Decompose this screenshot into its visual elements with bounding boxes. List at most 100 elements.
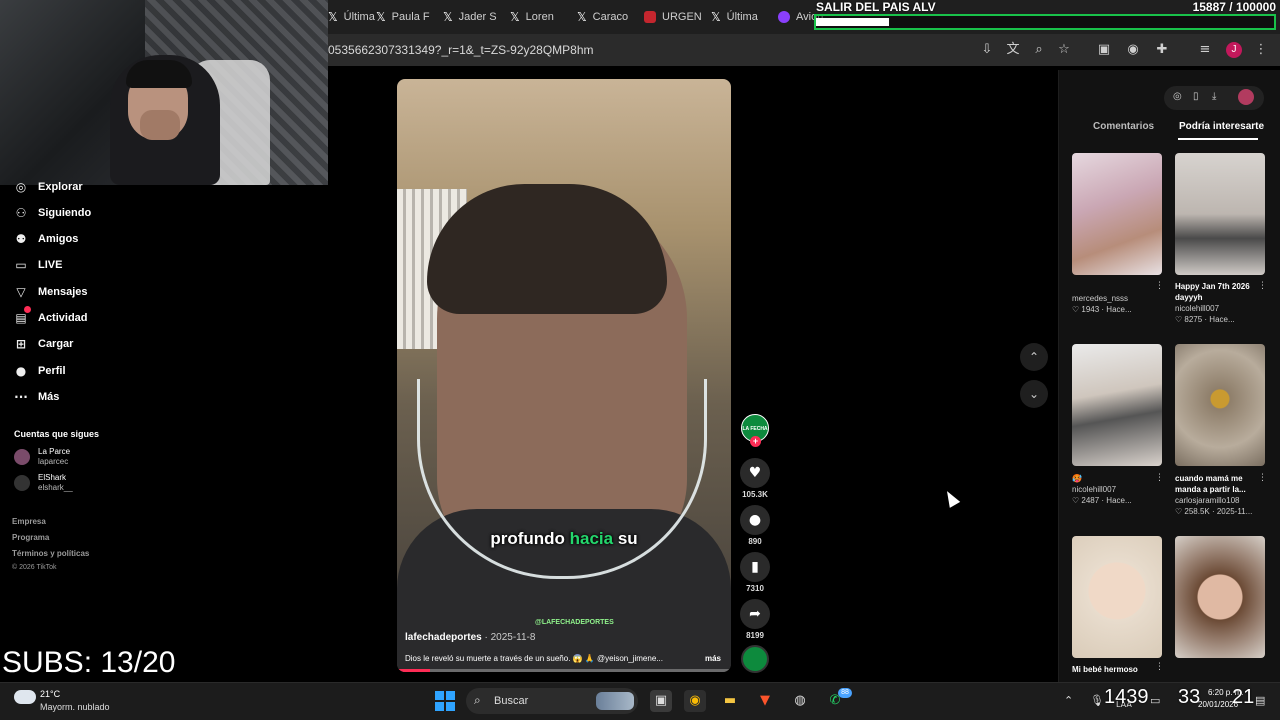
notification-icon[interactable]: ▤	[1255, 694, 1265, 707]
wifi-icon[interactable]: ▭	[1150, 694, 1160, 707]
footer-link-terminos[interactable]: Términos y políticas	[12, 549, 89, 558]
kebab-menu-icon[interactable]: ⋮	[1155, 473, 1164, 483]
follow-plus-icon[interactable]: +	[750, 436, 761, 447]
extension-icon[interactable]: ▣	[1095, 41, 1113, 59]
video-author[interactable]: lafechadeportes · 2025-11-8	[405, 632, 535, 643]
sidebar-item-actividad[interactable]: ▤ Actividad	[14, 306, 88, 325]
related-video-caption[interactable]: Mi bebé hermoso	[1072, 664, 1162, 675]
kebab-menu-icon[interactable]: ⋮	[1258, 281, 1267, 291]
sidebar-item-mas[interactable]: ··· Más	[14, 390, 59, 404]
browser-tab[interactable]: 𝕏 Jader S	[443, 6, 497, 28]
browser-tab[interactable]: 𝕏 Última	[328, 6, 375, 28]
browser-tab[interactable]: 𝕏 Loren	[510, 6, 554, 28]
x-icon: 𝕏	[510, 10, 520, 24]
compass-icon[interactable]: ◎	[1173, 91, 1182, 102]
music-disc-icon[interactable]	[741, 645, 769, 673]
webcam-hair	[126, 60, 192, 88]
related-video-thumbnail[interactable]	[1175, 153, 1265, 275]
bookmark-icon[interactable]: ▮	[740, 552, 770, 582]
more-link[interactable]: más	[705, 654, 721, 663]
windows-start-icon[interactable]	[435, 691, 455, 711]
sidebar-item-explorar[interactable]: ◎ Explorar	[14, 180, 83, 194]
author-name[interactable]: lafechadeportes	[405, 632, 482, 643]
kebab-menu-icon[interactable]: ⋮	[1258, 473, 1267, 483]
menu-kebab-icon[interactable]: ⋮	[1252, 41, 1270, 59]
share-action[interactable]: ➦ 8199	[740, 599, 770, 640]
sidebar-item-siguiendo[interactable]: ⚇ Siguiendo	[14, 206, 92, 220]
sidebar-item-live[interactable]: ▭ LIVE	[14, 258, 62, 272]
following-account[interactable]: ElShark elshark__	[14, 473, 73, 493]
related-video-thumbnail[interactable]	[1072, 344, 1162, 466]
next-video-button[interactable]: ⌄	[1020, 380, 1048, 408]
sidebar-item-mensajes[interactable]: ▽ Mensajes	[14, 285, 88, 299]
related-user: nicolehill007	[1072, 485, 1117, 494]
related-video-thumbnail[interactable]	[1072, 153, 1162, 275]
related-meta: ♡ 2487 · Hace...	[1072, 496, 1132, 505]
kebab-menu-icon[interactable]: ⋮	[1155, 281, 1164, 291]
save-action[interactable]: ▮ 7310	[740, 552, 770, 593]
related-video-thumbnail[interactable]	[1175, 344, 1265, 466]
browser-tab[interactable]: 𝕏 Última	[711, 6, 758, 28]
comment-action[interactable]: ● 890	[740, 505, 770, 546]
microphone-icon[interactable]: 🎙	[1090, 694, 1104, 707]
profile-avatar[interactable]: J	[1226, 42, 1242, 58]
search-icon: ⌕	[474, 693, 481, 707]
extension-icon[interactable]: ◉	[1124, 41, 1142, 59]
following-account[interactable]: La Parce laparcec	[14, 447, 70, 467]
sidebar-item-label: Cargar	[38, 338, 74, 350]
install-icon[interactable]: ⇩	[978, 41, 996, 59]
user-avatar[interactable]	[1238, 89, 1254, 105]
caption-text: profundo	[490, 529, 570, 548]
video-player[interactable]: profundo hacia su @LAFECHADEPORTES lafec…	[397, 79, 731, 672]
weather-temperature[interactable]: 21°C	[40, 689, 60, 699]
comment-icon[interactable]: ●	[740, 505, 770, 535]
obs-icon[interactable]: ◍	[789, 690, 811, 712]
search-highlight-image	[596, 692, 634, 710]
tab-related[interactable]: Podría interesarte	[1179, 121, 1264, 132]
save-count: 7310	[746, 584, 764, 593]
browser-tab[interactable]: URGEN	[644, 6, 702, 28]
sidebar-item-label: Mensajes	[38, 286, 88, 298]
avatar	[14, 475, 30, 491]
like-action[interactable]: ♥ 105.3K	[740, 458, 770, 499]
search-label: Buscar	[494, 695, 529, 707]
related-video-caption[interactable]: cuando mamá me manda a partir la... carlo…	[1175, 473, 1265, 517]
bookmark-star-icon[interactable]: ☆	[1055, 41, 1073, 59]
related-video-caption[interactable]: mercedes_nsss ♡ 1943 · Hace...	[1072, 293, 1162, 315]
video-progress[interactable]	[397, 669, 731, 672]
translate-icon[interactable]: 文	[1004, 41, 1022, 59]
media-icon[interactable]: ≡	[1196, 41, 1214, 59]
chrome-icon[interactable]: ◉	[684, 690, 706, 712]
puzzle-icon[interactable]: ✚	[1153, 41, 1171, 59]
related-video-caption[interactable]: 🥵 nicolehill007 ♡ 2487 · Hace...	[1072, 473, 1162, 506]
related-video-thumbnail[interactable]	[1072, 536, 1162, 658]
previous-video-button[interactable]: ⌃	[1020, 343, 1048, 371]
cloud-icon[interactable]	[14, 690, 36, 704]
task-view-icon[interactable]: ▣	[650, 690, 672, 712]
footer-link-empresa[interactable]: Empresa	[12, 517, 46, 526]
device-icon[interactable]: ▯	[1193, 91, 1199, 102]
chevron-up-icon[interactable]: ⌃	[1064, 694, 1073, 707]
sidebar-item-cargar[interactable]: ⊞ Cargar	[14, 337, 74, 351]
sidebar-item-perfil[interactable]: ● Perfil	[14, 364, 66, 378]
weather-description[interactable]: Mayorm. nublado	[40, 702, 110, 712]
copyright: © 2026 TikTok	[12, 564, 57, 571]
sidebar-item-amigos[interactable]: ⚉ Amigos	[14, 232, 79, 246]
file-explorer-icon[interactable]: ▬	[719, 690, 741, 712]
heart-icon[interactable]: ♥	[740, 458, 770, 488]
caption-text: su	[613, 529, 638, 548]
kebab-menu-icon[interactable]: ⋮	[1155, 662, 1164, 672]
zoom-icon[interactable]: ⌕	[1030, 41, 1048, 59]
footer-link-programa[interactable]: Programa	[12, 533, 49, 542]
related-meta: ♡ 258.5K · 2025-11...	[1175, 507, 1253, 516]
browser-tab[interactable]: 𝕏 Caraco	[577, 6, 628, 28]
share-icon[interactable]: ➦	[740, 599, 770, 629]
related-video-caption[interactable]: Happy Jan 7th 2026 dayyyh nicolehill007 ♡ …	[1175, 281, 1265, 325]
related-video-thumbnail[interactable]	[1175, 536, 1265, 658]
browser-tab[interactable]: 𝕏 Paula F	[376, 6, 430, 28]
url-field[interactable]: 0535662307331349?_r=1&_t=ZS-92y28QMP8hm	[328, 43, 594, 57]
tab-comments[interactable]: Comentarios	[1093, 121, 1154, 132]
brave-icon[interactable]: ▼	[754, 690, 776, 712]
comment-count: 890	[748, 537, 762, 546]
download-icon[interactable]: ⤓	[1212, 91, 1216, 102]
